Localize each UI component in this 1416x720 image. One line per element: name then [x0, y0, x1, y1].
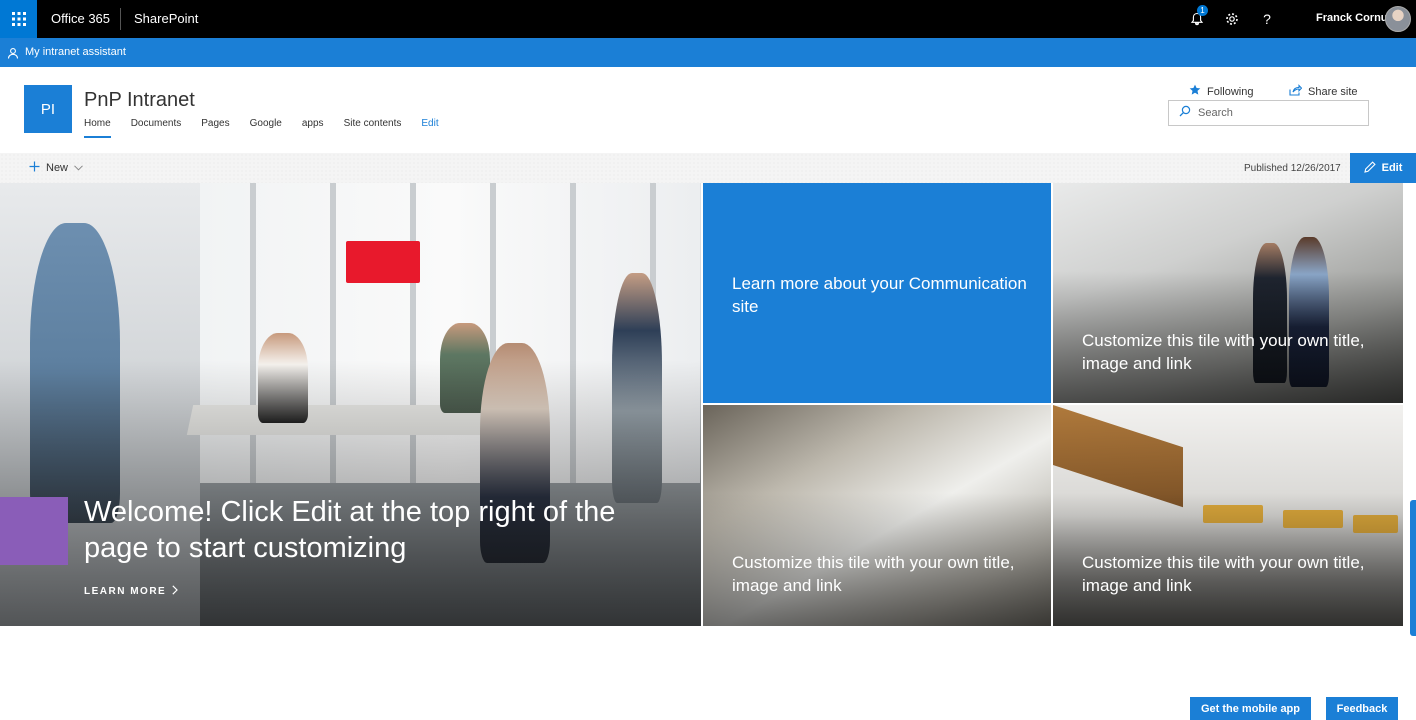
bell-icon[interactable]: 1 [1187, 5, 1208, 29]
help-icon[interactable]: ? [1257, 9, 1277, 29]
learn-more-link[interactable]: LEARN MORE [84, 585, 179, 598]
feedback-button[interactable]: Feedback [1326, 697, 1398, 720]
chevron-down-icon [74, 162, 83, 174]
avatar[interactable] [1385, 6, 1411, 32]
red-lamp [346, 241, 420, 283]
hero-webpart: Welcome! Click Edit at the top right of … [0, 183, 1416, 626]
nav-item-pages[interactable]: Pages [201, 118, 229, 138]
hero-title[interactable]: Welcome! Click Edit at the top right of … [84, 494, 664, 566]
plus-icon [29, 161, 40, 175]
nav-item-apps[interactable]: apps [302, 118, 324, 138]
site-title[interactable]: PnP Intranet [84, 89, 195, 112]
hero-accent-block [0, 497, 68, 565]
nav-item-google[interactable]: Google [250, 118, 282, 138]
search-input[interactable] [1198, 107, 1358, 119]
hero-main-tile[interactable]: Welcome! Click Edit at the top right of … [0, 183, 701, 626]
search-icon [1179, 104, 1191, 122]
nav-item-site-contents[interactable]: Site contents [344, 118, 402, 138]
edit-label: Edit [1381, 162, 1403, 174]
star-icon [1189, 84, 1201, 99]
app-bar: My intranet assistant [0, 38, 1416, 67]
tile-caption: Customize this tile with your own title,… [732, 553, 1015, 595]
hero-tile-bottom-left[interactable]: Customize this tile with your own title,… [703, 405, 1051, 626]
site-logo[interactable]: PI [24, 85, 72, 133]
assistant-link[interactable]: My intranet assistant [25, 46, 126, 58]
search-box[interactable] [1168, 100, 1369, 126]
suite-bar: Office 365 SharePoint 1 ? Franck Cornu [0, 0, 1416, 38]
waffle-icon[interactable] [0, 0, 37, 38]
share-label: Share site [1308, 85, 1358, 98]
sharepoint-link[interactable]: SharePoint [134, 11, 198, 26]
tile-caption: Learn more about your Communication site [732, 274, 1027, 316]
tile-caption: Customize this tile with your own title,… [1082, 553, 1365, 595]
user-name[interactable]: Franck Cornu [1316, 12, 1388, 24]
person-icon [7, 46, 19, 64]
office365-link[interactable]: Office 365 [51, 11, 110, 26]
wood-ceiling [1053, 405, 1183, 508]
hero-tile-top-right[interactable]: Customize this tile with your own title,… [1053, 183, 1403, 403]
nav-edit-link[interactable]: Edit [421, 118, 438, 138]
edit-page-button[interactable]: Edit [1350, 153, 1416, 183]
hero-tile-bottom-right[interactable]: Customize this tile with your own title,… [1053, 405, 1403, 626]
learn-more-label: LEARN MORE [84, 586, 167, 597]
following-button[interactable]: Following [1189, 84, 1253, 99]
pencil-icon [1363, 160, 1376, 176]
tile-caption: Customize this tile with your own title,… [1082, 331, 1365, 373]
gear-icon[interactable] [1222, 9, 1242, 29]
published-date: Published 12/26/2017 [1244, 163, 1341, 174]
nav-item-home[interactable]: Home [84, 118, 111, 138]
hero-tile-communication[interactable]: Learn more about your Communication site [703, 183, 1051, 403]
new-label: New [46, 162, 69, 174]
notification-badge: 1 [1197, 5, 1208, 16]
side-scroll-indicator[interactable] [1410, 500, 1416, 636]
share-icon [1289, 84, 1303, 99]
chevron-right-icon [172, 585, 179, 598]
site-navigation: Home Documents Pages Google apps Site co… [84, 118, 459, 138]
following-label: Following [1207, 85, 1254, 98]
nav-item-documents[interactable]: Documents [131, 118, 182, 138]
suite-divider [120, 8, 121, 30]
command-bar: New Published 12/26/2017 Edit [0, 153, 1416, 183]
new-button[interactable]: New [29, 161, 83, 175]
get-mobile-app-button[interactable]: Get the mobile app [1190, 697, 1311, 720]
share-site-button[interactable]: Share site [1289, 84, 1358, 99]
